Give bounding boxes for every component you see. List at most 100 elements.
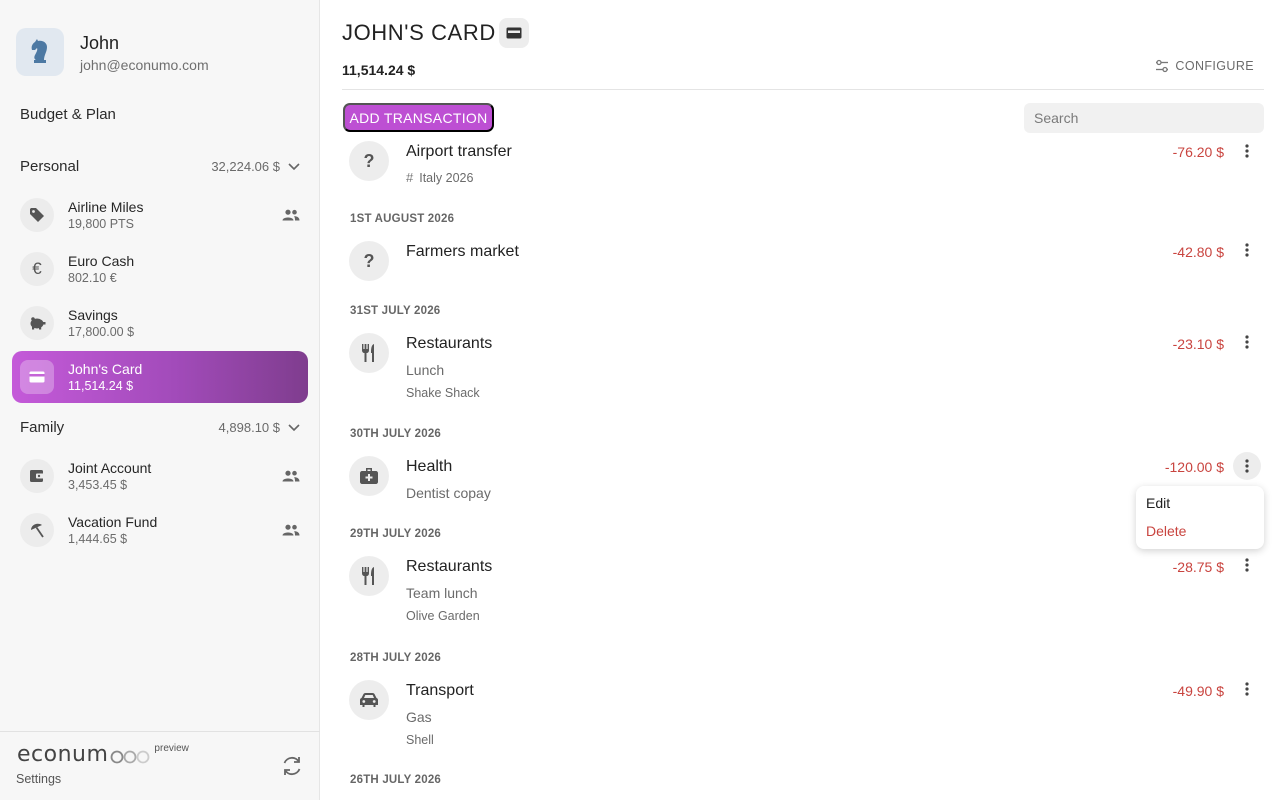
- logo-tag: preview: [154, 743, 189, 754]
- date-header: 31ST JULY 2026: [350, 305, 441, 317]
- logo-rings-icon: [111, 750, 150, 764]
- transaction-category: Restaurants: [406, 335, 493, 352]
- account-name: Airline Miles: [68, 199, 144, 215]
- transaction-context-menu: Edit Delete: [1136, 486, 1264, 549]
- transaction-category: Health: [406, 458, 453, 475]
- add-transaction-button[interactable]: ADD TRANSACTION: [343, 103, 494, 132]
- transaction-amount: -120.00 $: [1164, 459, 1224, 475]
- transaction-amount: -49.90 $: [1172, 683, 1224, 699]
- transaction-tag: # Italy 2026: [406, 170, 473, 185]
- configure-button[interactable]: CONFIGURE: [1155, 59, 1254, 73]
- shared-users-icon: [282, 470, 300, 482]
- more-options-button[interactable]: [1233, 452, 1261, 480]
- user-email: john@econumo.com: [80, 56, 209, 73]
- date-header: 26TH JULY 2026: [350, 774, 442, 786]
- transaction-amount: -28.75 $: [1172, 559, 1224, 575]
- account-joint-account[interactable]: Joint Account 3,453.45 $: [12, 450, 308, 502]
- header-divider: [342, 89, 1264, 90]
- credit-card-icon: [499, 18, 529, 48]
- nav-budget-plan[interactable]: Budget & Plan: [20, 106, 116, 123]
- car-icon: [349, 680, 389, 720]
- transaction-description: Dentist copay: [406, 485, 491, 501]
- logo-text: econum: [17, 742, 109, 767]
- wallet-icon: [20, 459, 54, 493]
- credit-card-icon: [20, 360, 54, 394]
- account-euro-cash[interactable]: € Euro Cash 802.10 €: [12, 243, 308, 295]
- sidebar-footer: econum preview Settings: [0, 731, 320, 800]
- transaction-payee: Olive Garden: [406, 609, 480, 623]
- settings-link[interactable]: Settings: [16, 772, 61, 786]
- account-name: Euro Cash: [68, 253, 135, 269]
- fork-knife-icon: [349, 333, 389, 373]
- beach-umbrella-icon: [20, 513, 54, 547]
- more-vertical-icon: [1245, 335, 1249, 349]
- euro-icon: €: [20, 252, 54, 286]
- account-name: Vacation Fund: [68, 514, 158, 530]
- chevron-down-icon: [288, 162, 300, 170]
- tag-label: Italy 2026: [419, 170, 474, 185]
- transaction-description: Gas: [406, 709, 432, 725]
- account-name: John's Card: [68, 361, 143, 377]
- transaction-description: Lunch: [406, 362, 445, 378]
- transaction-amount: -23.10 $: [1172, 336, 1224, 352]
- transaction-amount: -42.80 $: [1172, 244, 1224, 260]
- date-header: 30TH JULY 2026: [350, 428, 442, 440]
- chevron-down-icon: [288, 423, 300, 431]
- medical-kit-icon: [349, 456, 389, 496]
- account-balance: 802.10 €: [68, 271, 117, 285]
- shared-users-icon: [282, 524, 300, 536]
- group-total: 32,224.06 $: [211, 159, 280, 174]
- group-total: 4,898.10 $: [218, 420, 280, 435]
- transaction-category: Restaurants: [406, 558, 493, 575]
- more-options-button[interactable]: [1233, 236, 1261, 264]
- sidebar: John john@econumo.com Budget & Plan Pers…: [0, 0, 320, 800]
- account-balance: 17,800.00 $: [68, 325, 135, 339]
- user-name: John: [80, 32, 120, 53]
- group-title: Family: [20, 419, 65, 436]
- more-options-button[interactable]: [1233, 140, 1261, 165]
- account-balance: 3,453.45 $: [68, 478, 128, 492]
- group-personal[interactable]: Personal 32,224.06 $: [20, 158, 300, 175]
- page-title: JOHN'S CARD: [342, 20, 496, 45]
- more-vertical-icon: [1245, 144, 1249, 158]
- group-family[interactable]: Family 4,898.10 $: [20, 419, 300, 436]
- question-icon: ?: [349, 141, 389, 181]
- hashtag-icon: #: [406, 170, 414, 185]
- user-profile[interactable]: John john@econumo.com: [16, 28, 209, 76]
- account-balance: 19,800 PTS: [68, 217, 135, 231]
- transaction-category: Transport: [406, 682, 474, 699]
- shared-users-icon: [282, 209, 300, 221]
- question-icon: ?: [349, 241, 389, 281]
- more-options-button[interactable]: [1233, 328, 1261, 356]
- more-options-button[interactable]: [1233, 551, 1261, 579]
- more-options-button[interactable]: [1233, 675, 1261, 703]
- account-vacation-fund[interactable]: Vacation Fund 1,444.65 $: [12, 504, 308, 556]
- tag-icon: [20, 198, 54, 232]
- more-vertical-icon: [1245, 243, 1249, 257]
- date-header: 29TH JULY 2026: [350, 528, 442, 540]
- main-content: JOHN'S CARD 11,514.24 $ CONFIGURE ADD TR…: [321, 0, 1280, 800]
- fork-knife-icon: [349, 556, 389, 596]
- chess-knight-icon: [31, 39, 47, 63]
- transaction-description: Team lunch: [406, 585, 478, 601]
- menu-item-edit[interactable]: Edit: [1146, 495, 1170, 511]
- account-name: Joint Account: [68, 460, 152, 476]
- sync-icon: [283, 756, 301, 776]
- transaction-amount: -76.20 $: [1172, 144, 1224, 160]
- configure-label: CONFIGURE: [1175, 59, 1254, 73]
- account-balance: 1,444.65 $: [68, 532, 128, 546]
- search-input[interactable]: [1024, 103, 1264, 133]
- account-airline-miles[interactable]: Airline Miles 19,800 PTS: [12, 189, 308, 241]
- avatar: [16, 28, 64, 76]
- account-johns-card[interactable]: John's Card 11,514.24 $: [12, 351, 308, 403]
- transaction-category: Airport transfer: [406, 143, 512, 160]
- account-savings[interactable]: Savings 17,800.00 $: [12, 297, 308, 349]
- more-vertical-icon: [1245, 459, 1249, 473]
- transaction-list: ? Airport transfer # Italy 2026 -76.20 $…: [321, 140, 1280, 800]
- transaction-payee: Shake Shack: [406, 386, 480, 400]
- sync-button[interactable]: [278, 752, 306, 780]
- group-title: Personal: [20, 158, 80, 175]
- more-vertical-icon: [1245, 682, 1249, 696]
- tune-icon: [1156, 59, 1169, 73]
- menu-item-delete[interactable]: Delete: [1146, 523, 1186, 539]
